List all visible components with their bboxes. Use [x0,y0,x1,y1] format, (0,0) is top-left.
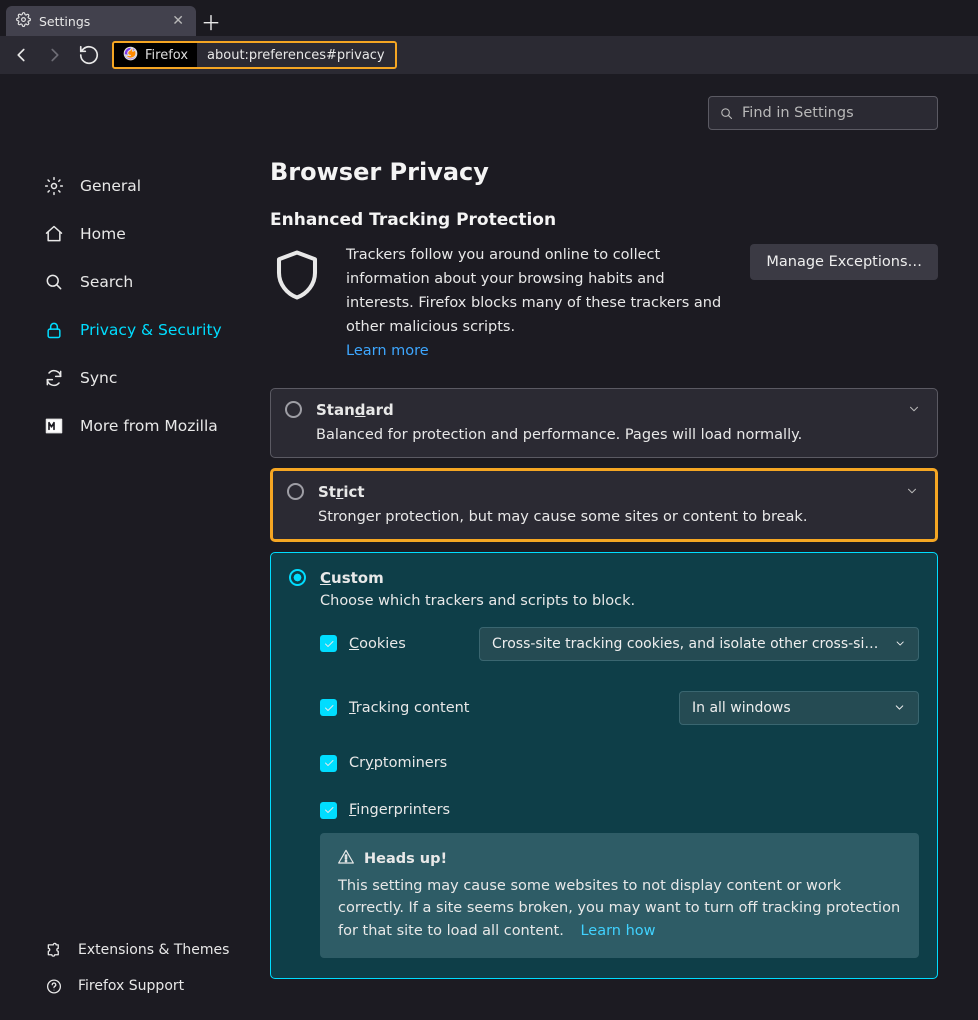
tab-title: Settings [39,14,90,29]
close-tab-icon[interactable]: ✕ [170,11,186,31]
toolbar: Firefox about:preferences#privacy [0,36,978,74]
warning-icon [338,849,354,869]
sidebar-support[interactable]: Firefox Support [38,968,258,1004]
cookies-select[interactable]: Cross-site tracking cookies, and isolate… [479,627,919,661]
url-chip-label: Firefox [145,48,188,63]
search-icon [719,106,734,121]
chevron-down-icon[interactable] [907,401,921,420]
sidebar-item-label: Sync [80,369,117,387]
sidebar-item-label: More from Mozilla [80,417,218,435]
tracking-label: Tracking content [349,700,470,716]
sidebar-item-label: Home [80,225,126,243]
shield-icon [270,244,324,310]
checkbox-tracking[interactable] [320,699,337,716]
cookies-label: Cookies [349,636,406,652]
chevron-down-icon [894,637,906,650]
learn-how-link[interactable]: Learn how [580,923,655,939]
new-tab-button[interactable]: ＋ [196,6,226,36]
intro-text: Trackers follow you around online to col… [346,244,728,340]
checkbox-cookies[interactable] [320,635,337,652]
main-content: Find in Settings Browser Privacy Enhance… [270,74,978,1020]
forward-icon [44,44,66,66]
sidebar-extensions[interactable]: Extensions & Themes [38,932,258,968]
tracking-select[interactable]: In all windows [679,691,919,725]
heads-up-info: Heads up! This setting may cause some we… [320,833,919,958]
radio-custom[interactable] [289,569,306,586]
protection-option-strict[interactable]: Strict Stronger protection, but may caus… [270,468,938,542]
checkbox-fingerprinters[interactable] [320,802,337,819]
sidebar: General Home Search Privacy & Security S… [0,74,270,1020]
strict-desc: Stronger protection, but may cause some … [318,509,921,525]
tab-strip: Settings ✕ ＋ [0,0,978,36]
sidebar-item-more-mozilla[interactable]: More from Mozilla [38,402,258,450]
section-title: Enhanced Tracking Protection [270,210,938,230]
tab-settings[interactable]: Settings ✕ [6,6,196,36]
custom-title: Custom [320,569,384,587]
info-heading: Heads up! [364,851,447,867]
chevron-down-icon [893,701,906,714]
url-identity-chip[interactable]: Firefox [114,43,197,67]
fingerprinters-label: Fingerprinters [349,802,450,818]
url-bar[interactable]: Firefox about:preferences#privacy [112,41,397,69]
gear-icon [16,12,31,30]
settings-search-input[interactable]: Find in Settings [708,96,938,130]
sidebar-item-label: Firefox Support [78,978,184,994]
sidebar-item-home[interactable]: Home [38,210,258,258]
sidebar-item-general[interactable]: General [38,162,258,210]
protection-option-standard[interactable]: Standard Balanced for protection and per… [270,388,938,458]
sidebar-item-label: Search [80,273,133,291]
custom-desc: Choose which trackers and scripts to blo… [320,593,919,609]
sidebar-item-privacy[interactable]: Privacy & Security [38,306,258,354]
radio-strict[interactable] [287,483,304,500]
sidebar-item-label: Privacy & Security [80,321,222,339]
checkbox-cryptominers[interactable] [320,755,337,772]
chevron-down-icon[interactable] [905,483,919,502]
manage-exceptions-button[interactable]: Manage Exceptions… [750,244,938,280]
search-placeholder: Find in Settings [742,105,854,121]
sidebar-item-label: Extensions & Themes [78,942,229,958]
protection-option-custom: Custom Choose which trackers and scripts… [270,552,938,979]
url-path: about:preferences#privacy [197,43,395,67]
standard-desc: Balanced for protection and performance.… [316,427,923,443]
firefox-icon [123,46,138,65]
cryptominers-label: Cryptominers [349,755,447,771]
standard-title: Standard [316,401,394,419]
learn-more-link[interactable]: Learn more [346,343,429,359]
strict-title: Strict [318,483,365,501]
back-icon[interactable] [10,44,32,66]
radio-standard[interactable] [285,401,302,418]
sidebar-item-label: General [80,177,141,195]
sidebar-item-search[interactable]: Search [38,258,258,306]
page-title: Browser Privacy [270,158,938,186]
reload-icon[interactable] [78,44,100,66]
sidebar-item-sync[interactable]: Sync [38,354,258,402]
